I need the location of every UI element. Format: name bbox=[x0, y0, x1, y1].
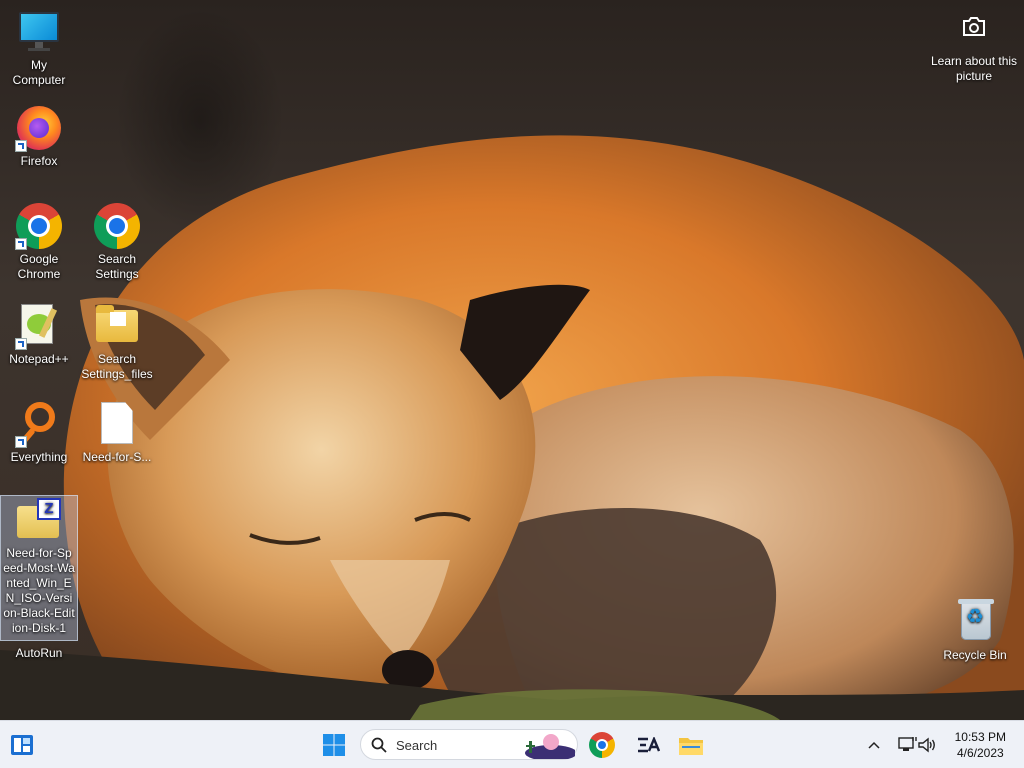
chevron-up-icon bbox=[868, 741, 880, 749]
taskbar-search-box[interactable]: Search bbox=[360, 729, 578, 760]
desktop-icon-need-for-speed-file[interactable]: Need-for-S... bbox=[79, 400, 155, 465]
search-icon bbox=[371, 737, 387, 753]
clock-date: 4/6/2023 bbox=[956, 746, 1004, 760]
desktop-icon-autorun[interactable]: AutoRun bbox=[1, 646, 77, 661]
widgets-button[interactable] bbox=[4, 727, 40, 763]
learn-about-picture-label: Learn about this picture bbox=[930, 54, 1018, 83]
desktop-icon-label: Everything bbox=[10, 450, 68, 464]
network-icon bbox=[898, 737, 917, 751]
ea-logo-icon bbox=[638, 737, 660, 753]
desktop-icon-label: Recycle Bin bbox=[943, 648, 1007, 662]
desktop-icon-label: My Computer bbox=[12, 58, 66, 87]
desktop-icon-search-settings-files[interactable]: Search Settings_files bbox=[79, 302, 155, 382]
desktop-icon-label: Notepad++ bbox=[9, 352, 69, 366]
desktop-icon-google-chrome[interactable]: Google Chrome bbox=[1, 202, 77, 282]
taskbar-ea-app-button[interactable] bbox=[630, 727, 666, 763]
desktop-icon-label: Search Settings_files bbox=[81, 352, 153, 381]
clock-time: 10:53 PM bbox=[954, 730, 1006, 744]
shortcut-arrow-icon bbox=[15, 238, 27, 250]
desktop-icon-notepadpp[interactable]: Notepad++ bbox=[1, 302, 77, 367]
chrome-icon bbox=[589, 732, 615, 758]
monitor-icon bbox=[15, 8, 63, 56]
start-button[interactable] bbox=[316, 727, 352, 763]
desktop-icon-label: AutoRun bbox=[15, 646, 63, 660]
chrome-icon bbox=[93, 202, 141, 250]
camera-icon bbox=[961, 14, 987, 40]
shortcut-arrow-icon bbox=[15, 338, 27, 350]
desktop-icon-label: Need-for-Speed-Most-Wanted_Win_EN_ISO-Ve… bbox=[3, 546, 75, 635]
desktop-icon-label: Search Settings bbox=[95, 252, 139, 281]
learn-about-picture[interactable]: Learn about this picture bbox=[926, 14, 1022, 84]
taskbar-clock[interactable]: 10:53 PM 4/6/2023 bbox=[955, 729, 1006, 761]
search-highlight-icon bbox=[525, 734, 575, 759]
taskbar: Search 10:53 PM 4/6/2023 bbox=[0, 720, 1024, 768]
show-hidden-icons-button[interactable] bbox=[858, 727, 890, 763]
recycle-bin-icon: ♻ bbox=[951, 598, 999, 646]
desktop-icon-label: Google Chrome bbox=[17, 252, 61, 281]
desktop-icon-firefox[interactable]: Firefox bbox=[1, 104, 77, 169]
widgets-icon bbox=[11, 735, 33, 755]
notepadpp-icon bbox=[15, 302, 63, 350]
taskbar-chrome-button[interactable] bbox=[584, 727, 620, 763]
windows-logo-icon bbox=[323, 734, 345, 756]
search-placeholder: Search bbox=[396, 738, 438, 753]
shortcut-arrow-icon bbox=[15, 436, 27, 448]
desktop-icon-recycle-bin[interactable]: ♻ Recycle Bin bbox=[937, 598, 1013, 663]
shortcut-arrow-icon bbox=[15, 140, 27, 152]
volume-icon bbox=[918, 737, 935, 753]
taskbar-file-explorer-button[interactable] bbox=[673, 727, 709, 763]
zip-archive-icon: Z bbox=[15, 496, 63, 544]
chrome-icon bbox=[15, 202, 63, 250]
folder-icon bbox=[93, 302, 141, 350]
desktop-icon-my-computer[interactable]: My Computer bbox=[1, 8, 77, 88]
desktop-icon-label: Firefox bbox=[20, 154, 58, 168]
desktop-icon-search-settings[interactable]: Search Settings bbox=[79, 202, 155, 282]
desktop-icon-nfs-iso[interactable]: Z Need-for-Speed-Most-Wanted_Win_EN_ISO-… bbox=[0, 495, 78, 641]
desktop-icon-everything[interactable]: Everything bbox=[1, 400, 77, 465]
network-volume-button[interactable] bbox=[890, 727, 944, 763]
desktop-icon-label: Need-for-S... bbox=[82, 450, 152, 464]
firefox-icon bbox=[15, 104, 63, 152]
folder-icon bbox=[679, 738, 703, 755]
everything-search-icon bbox=[15, 400, 63, 448]
blank-file-icon bbox=[93, 400, 141, 448]
